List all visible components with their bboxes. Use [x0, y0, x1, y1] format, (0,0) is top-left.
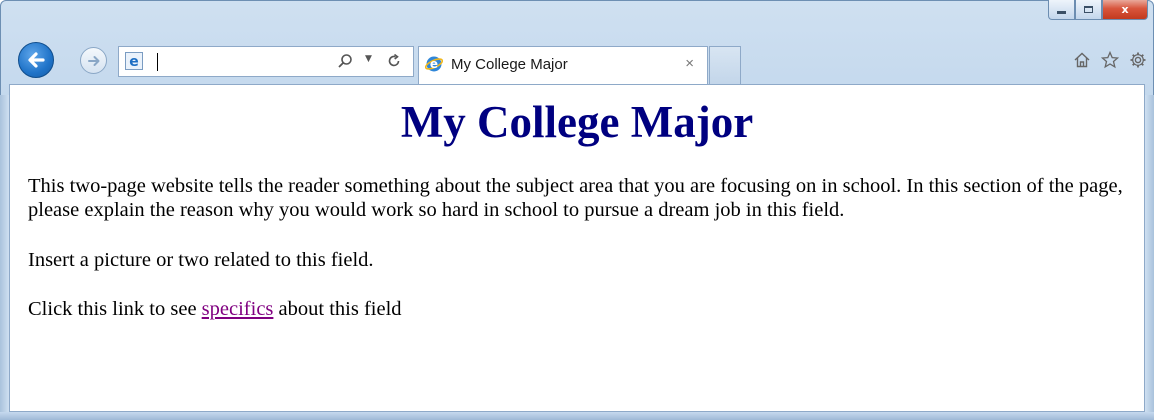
maximize-icon: [1084, 6, 1093, 13]
refresh-icon[interactable]: [386, 53, 402, 69]
close-window-label: x: [1121, 3, 1129, 16]
ie-icon: e: [125, 52, 143, 70]
svg-text:e: e: [430, 57, 438, 71]
address-bar[interactable]: e ▼: [118, 46, 414, 77]
window-caption-buttons: x: [1048, 0, 1148, 21]
search-icon[interactable]: [337, 53, 353, 69]
forward-button[interactable]: [80, 47, 107, 74]
browser-window: x e ▼ e My College Major × My College Ma…: [0, 0, 1154, 420]
new-tab-button[interactable]: [709, 46, 741, 84]
maximize-button[interactable]: [1075, 0, 1102, 20]
paragraph-link: Click this link to see specifics about t…: [28, 297, 1128, 321]
back-button[interactable]: [18, 42, 54, 78]
dropdown-icon[interactable]: ▼: [365, 54, 372, 64]
favorites-star-icon: [1101, 51, 1119, 69]
close-window-button[interactable]: x: [1102, 0, 1148, 20]
browser-tools: [1072, 50, 1148, 70]
address-caret: [157, 53, 158, 71]
minimize-button[interactable]: [1048, 0, 1075, 20]
page-content: My College Major This two-page website t…: [9, 84, 1145, 412]
home-button[interactable]: [1072, 50, 1092, 70]
settings-gear-icon: [1130, 52, 1146, 68]
window-frame-right: [1145, 95, 1154, 420]
paragraph-picture: Insert a picture or two related to this …: [28, 249, 374, 271]
back-icon: [28, 52, 45, 68]
tab-close-icon[interactable]: ×: [685, 55, 694, 72]
link-suffix-text: about this field: [273, 298, 402, 320]
ie-icon: e: [425, 56, 443, 72]
settings-button[interactable]: [1128, 50, 1148, 70]
home-icon: [1074, 52, 1090, 68]
link-prefix-text: Click this link to see: [28, 298, 202, 320]
specifics-link[interactable]: specifics: [202, 298, 274, 320]
tab-title: My College Major: [451, 56, 568, 73]
tab-my-college-major[interactable]: e My College Major ×: [418, 46, 708, 84]
page-title: My College Major: [400, 97, 754, 147]
svg-text:e: e: [129, 54, 139, 70]
window-frame-bottom: [0, 412, 1154, 420]
forward-icon: [87, 55, 99, 66]
paragraph-intro: This two-page website tells the reader s…: [28, 175, 1123, 221]
minimize-icon: [1057, 11, 1066, 14]
favorites-button[interactable]: [1100, 50, 1120, 70]
window-frame-left: [0, 95, 9, 420]
